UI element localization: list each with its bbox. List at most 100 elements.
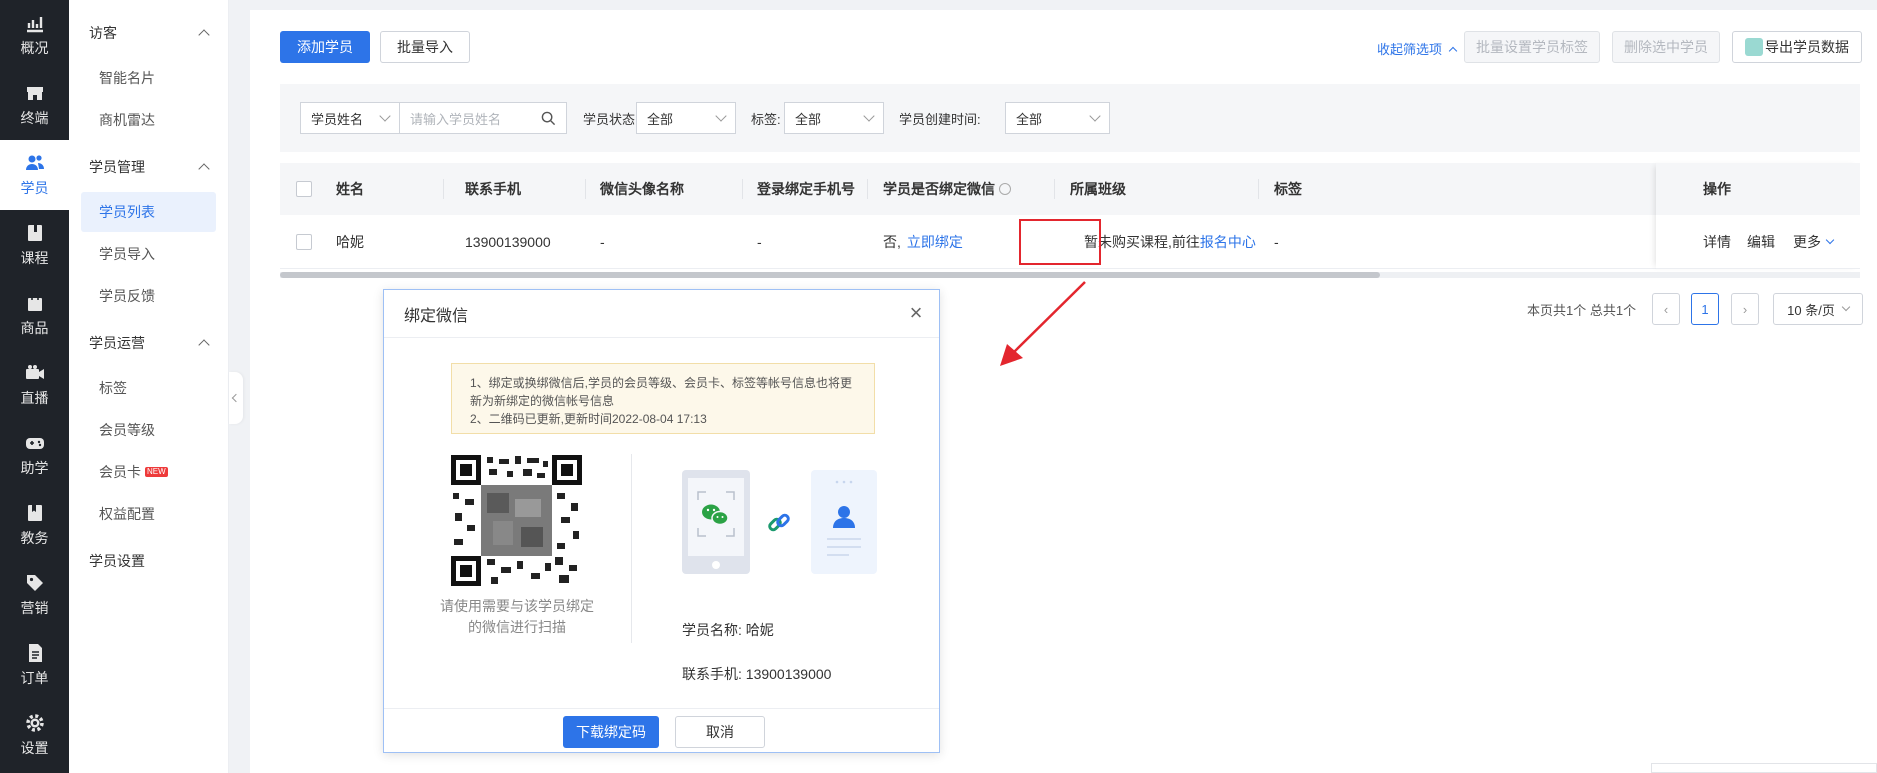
- page-1-button[interactable]: 1: [1691, 293, 1719, 325]
- bind-wechat-dialog: 绑定微信 × 1、绑定或换绑微信后,学员的会员等级、会员卡、标签等帐号信息也将更…: [383, 289, 940, 753]
- subnav-group-visitor[interactable]: 访客: [69, 10, 228, 56]
- col-name: 姓名: [336, 181, 364, 197]
- subnav-item-tags[interactable]: 标签: [81, 368, 216, 408]
- input-placeholder: 请输入学员姓名: [410, 111, 502, 127]
- tag-filter-select[interactable]: 全部: [784, 102, 884, 134]
- nav-item-courses[interactable]: 课程: [0, 210, 69, 280]
- info-icon[interactable]: [999, 183, 1011, 195]
- scrollbar-thumb[interactable]: [280, 272, 1380, 278]
- group-label: 学员管理: [89, 159, 145, 175]
- col-wechat-name: 微信头像名称: [600, 181, 684, 197]
- select-value: 全部: [795, 111, 822, 127]
- row-checkbox[interactable]: [296, 234, 312, 250]
- cell-class: 暂未购买课程,前往 报名中心: [1084, 215, 1256, 269]
- nav-item-overview[interactable]: 概况: [0, 0, 69, 70]
- nav-item-marketing[interactable]: 营销: [0, 560, 69, 630]
- table-header: 姓名 联系手机 微信头像名称 登录绑定手机号 学员是否绑定微信 所属班级 标签 …: [280, 163, 1860, 215]
- nav-label: 商品: [20, 320, 49, 336]
- dialog-header: 绑定微信: [384, 290, 939, 338]
- prev-page-button[interactable]: ‹: [1652, 293, 1680, 325]
- student-name-input[interactable]: 请输入学员姓名: [399, 102, 567, 134]
- link-label: 收起筛选项: [1377, 42, 1443, 57]
- dialog-title: 绑定微信: [404, 307, 469, 325]
- subnav-item-benefits[interactable]: 权益配置: [81, 494, 216, 534]
- new-badge: NEW: [145, 467, 168, 477]
- col-divider: [443, 179, 444, 199]
- subnav-item-student-feedback[interactable]: 学员反馈: [81, 276, 216, 316]
- tag-filter-label: 标签:: [751, 112, 781, 127]
- chevron-up-icon: [198, 163, 210, 175]
- notice-line: 2、二维码已更新,更新时间2022-08-04 17:13: [470, 412, 707, 426]
- close-icon[interactable]: ×: [905, 302, 927, 324]
- col-divider: [742, 179, 743, 199]
- collapse-filters-link[interactable]: 收起筛选项: [1377, 39, 1457, 58]
- col-divider: [585, 179, 586, 199]
- subnav-item-member-level[interactable]: 会员等级: [81, 410, 216, 450]
- info-value: 13900139000: [745, 666, 832, 682]
- subnav-group-manage[interactable]: 学员管理: [69, 144, 228, 190]
- search-field-select[interactable]: 学员姓名: [300, 102, 400, 134]
- page-size-select[interactable]: 10 条/页: [1773, 293, 1863, 325]
- export-data-button[interactable]: 导出学员数据: [1732, 31, 1862, 63]
- col-class: 所属班级: [1070, 181, 1126, 197]
- gear-icon: [25, 714, 44, 732]
- phone-illustration: [682, 470, 750, 574]
- nav-label: 课程: [20, 250, 49, 266]
- filter-bar: 学员姓名 请输入学员姓名 学员状态: 全部 标签: 全部 学员创建时间: 全部: [280, 84, 1860, 152]
- dialog-footer: 下载绑定码 取消: [384, 708, 939, 753]
- subnav-item-student-import[interactable]: 学员导入: [81, 234, 216, 274]
- chevron-left-icon: [231, 393, 241, 403]
- subnav-item-lead-radar[interactable]: 商机雷达: [81, 100, 216, 140]
- cell-phone: 13900139000: [465, 234, 551, 250]
- col-tag: 标签: [1274, 181, 1302, 197]
- select-all-checkbox[interactable]: [296, 181, 312, 197]
- group-label: 访客: [89, 25, 117, 41]
- col-wechat-bound: 学员是否绑定微信: [883, 163, 1011, 215]
- batch-import-button[interactable]: 批量导入: [380, 31, 470, 63]
- subnav-item-student-settings[interactable]: 学员设置: [69, 538, 228, 584]
- add-student-button[interactable]: 添加学员: [280, 31, 370, 63]
- sidebar-collapse-handle[interactable]: [229, 372, 243, 424]
- chart-icon: [26, 17, 43, 33]
- notebook-icon: [27, 505, 42, 521]
- nav-item-settings[interactable]: 设置: [0, 700, 69, 770]
- export-icon: [1745, 38, 1763, 56]
- subnav-item-member-card[interactable]: 会员卡 NEW: [81, 452, 216, 492]
- nav-label: 订单: [20, 670, 49, 686]
- nav-item-terminal[interactable]: 终端: [0, 70, 69, 140]
- cancel-button[interactable]: 取消: [675, 716, 765, 748]
- status-filter-select[interactable]: 全部: [636, 102, 736, 134]
- nav-label: 概况: [20, 40, 49, 56]
- nav-label: 学员: [20, 180, 49, 196]
- nav-item-students[interactable]: 学员: [0, 140, 69, 210]
- created-filter-select[interactable]: 全部: [1005, 102, 1110, 134]
- nav-label: 直播: [20, 390, 49, 406]
- chevron-up-icon: [198, 29, 210, 41]
- book-icon: [27, 225, 42, 241]
- nav-label: 营销: [20, 600, 49, 616]
- subnav-item-smart-card[interactable]: 智能名片: [81, 58, 216, 98]
- bind-now-link[interactable]: 立即绑定: [907, 232, 963, 252]
- student-name-info: 学员名称: 哈妮: [682, 620, 774, 640]
- subnav-group-ops[interactable]: 学员运营: [69, 320, 228, 366]
- cell-wechat-bound: 否, 立即绑定: [883, 215, 963, 269]
- enroll-center-link[interactable]: 报名中心: [1200, 232, 1256, 252]
- cell-login-phone: -: [757, 234, 762, 250]
- batch-tag-button[interactable]: 批量设置学员标签: [1464, 31, 1600, 63]
- gamepad-icon: [25, 438, 44, 449]
- student-phone-info: 联系手机: 13900139000: [682, 664, 831, 684]
- next-page-button[interactable]: ›: [1731, 293, 1759, 325]
- download-code-button[interactable]: 下载绑定码: [563, 716, 659, 748]
- nav-item-orders[interactable]: 订单: [0, 630, 69, 700]
- item-label: 会员卡: [99, 464, 141, 480]
- status-filter-label: 学员状态:: [583, 112, 639, 127]
- store-icon: [26, 87, 43, 100]
- delete-selected-button[interactable]: 删除选中学员: [1612, 31, 1720, 63]
- nav-item-academic[interactable]: 教务: [0, 490, 69, 560]
- cell-name: 哈妮: [336, 234, 364, 250]
- nav-item-assist[interactable]: 助学: [0, 420, 69, 490]
- subnav-item-student-list[interactable]: 学员列表: [81, 192, 216, 232]
- video-icon: [25, 365, 44, 379]
- nav-item-products[interactable]: 商品: [0, 280, 69, 350]
- nav-item-live[interactable]: 直播: [0, 350, 69, 420]
